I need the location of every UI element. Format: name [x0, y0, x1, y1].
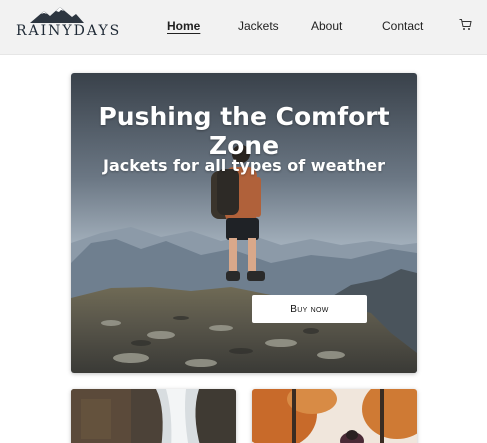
buy-now-button[interactable]: Buy now [252, 295, 367, 323]
product-card-autumn[interactable] [252, 389, 417, 443]
cart-button[interactable] [459, 18, 472, 31]
waterfall-image [71, 389, 236, 443]
autumn-hiker-image [252, 389, 417, 443]
cart-icon [459, 19, 472, 30]
brand-logo[interactable]: RAINYDAYS [16, 7, 122, 43]
hero-subtitle: Jackets for all types of weather [103, 156, 385, 175]
nav-jackets[interactable]: Jackets [238, 19, 279, 33]
site-header: RAINYDAYS Home Jackets About Contact [0, 0, 487, 55]
brand-name: RAINYDAYS [16, 23, 122, 39]
product-card-waterfall[interactable] [71, 389, 236, 443]
nav-contact[interactable]: Contact [382, 19, 423, 33]
nav-home[interactable]: Home [167, 19, 200, 33]
mountain-logo-icon [30, 7, 84, 23]
hero-title: Pushing the Comfort Zone [98, 102, 390, 160]
nav-about[interactable]: About [311, 19, 342, 33]
hero-banner: Pushing the Comfort Zone Jackets for all… [71, 73, 417, 373]
